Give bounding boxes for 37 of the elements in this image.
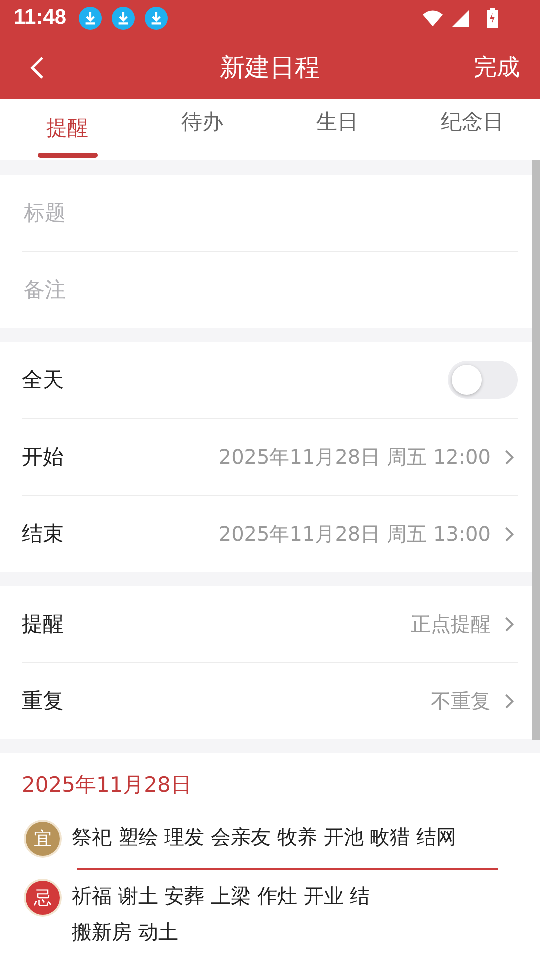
chevron-icon — [505, 450, 514, 464]
tab-indicator — [38, 153, 98, 158]
page-title: 新建日程 — [220, 52, 320, 84]
download-icon — [78, 6, 102, 30]
chevron-icon — [505, 694, 514, 708]
almanac-text: 搬新房 动土 — [72, 919, 180, 946]
almanac-badge: 忌 — [26, 881, 60, 915]
signal-icon — [451, 10, 471, 26]
row-value[interactable]: 正点提醒 — [411, 610, 491, 638]
done-button[interactable]: 完成 — [474, 52, 520, 83]
row-label: 重复 — [22, 688, 64, 715]
download-icon — [112, 6, 135, 30]
almanac-text: 祭祀 塑绘 理发 会亲友 牧养 开池 畋猎 结网 — [72, 824, 457, 851]
status-time: 11:48 — [14, 6, 67, 30]
chevron-icon — [505, 616, 514, 632]
row-value[interactable]: 2025年11月28日 周五 13:00 — [218, 520, 491, 548]
back-icon[interactable] — [30, 56, 45, 80]
text-field[interactable]: 备注 — [22, 277, 518, 303]
almanac-badge: 宜 — [26, 822, 60, 856]
row-label: 提醒 — [22, 611, 64, 638]
tab[interactable]: 待办 — [176, 104, 230, 140]
row-label: 结束 — [22, 521, 64, 548]
tab[interactable]: 纪念日 — [435, 104, 510, 140]
almanac-text: 祈福 谢土 安葬 上梁 作灶 开业 结 — [72, 883, 370, 910]
wifi-icon — [423, 10, 443, 26]
toggle-switch[interactable] — [448, 361, 518, 399]
tab[interactable]: 提醒 — [40, 110, 94, 146]
chevron-icon — [505, 526, 514, 542]
download-icon — [144, 6, 168, 30]
almanac-date: 2025年11月28日 — [22, 772, 193, 799]
row-value[interactable]: 不重复 — [431, 688, 491, 714]
text-field[interactable]: 标题 — [22, 200, 518, 226]
row-label: 开始 — [22, 444, 64, 471]
row-label: 全天 — [22, 367, 64, 394]
row-value[interactable]: 2025年11月28日 周五 12:00 — [218, 444, 491, 470]
battery-icon — [487, 8, 498, 28]
tab[interactable]: 生日 — [310, 104, 364, 140]
